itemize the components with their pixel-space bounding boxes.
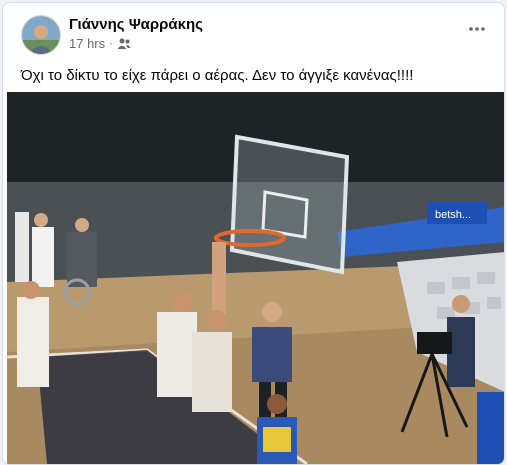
friends-icon: [117, 38, 131, 50]
meta-separator: ·: [109, 37, 113, 50]
sponsor-text: betsh...: [435, 209, 471, 221]
post-text: Όχι το δίκτυ το είχε πάρει ο αέρας. Δεν …: [21, 67, 414, 84]
post-header: Γιάννης Ψαρράκης 17 hrs ·: [3, 3, 504, 59]
author-name[interactable]: Γιάννης Ψαρράκης: [69, 16, 203, 33]
more-options-icon[interactable]: [464, 19, 490, 39]
post-time[interactable]: 17 hrs: [69, 36, 105, 51]
post-meta: 17 hrs ·: [69, 36, 131, 51]
post-card: Γιάννης Ψαρράκης 17 hrs · Όχι το δίκτυ τ…: [2, 2, 505, 465]
post-photo[interactable]: betsh...: [7, 92, 504, 464]
author-avatar[interactable]: [21, 15, 61, 55]
